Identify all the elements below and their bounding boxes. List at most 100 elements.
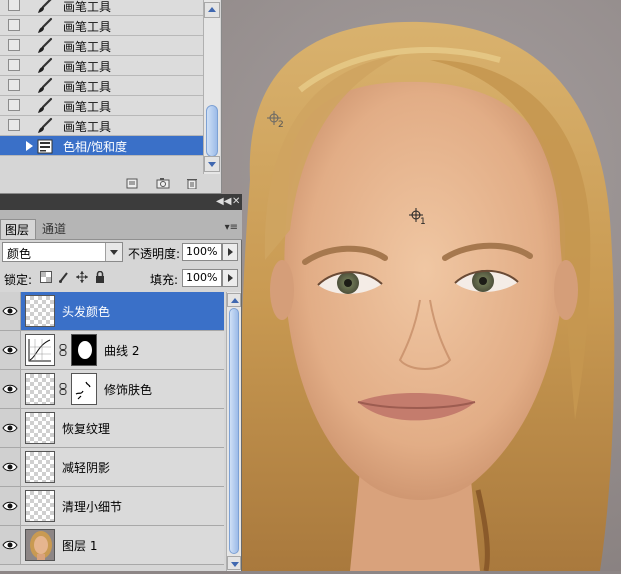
layer-name: 图层 1 xyxy=(62,539,98,553)
blend-opacity-row: 颜色 不透明度: 100% xyxy=(0,240,242,264)
history-step[interactable]: 色相/饱和度 xyxy=(0,136,203,156)
collapse-panel-icon[interactable]: ◀◀ xyxy=(216,196,231,207)
history-source-checkbox[interactable] xyxy=(8,99,20,111)
scroll-up-button[interactable] xyxy=(204,2,220,18)
lock-all-icon[interactable] xyxy=(94,270,106,283)
history-step-label: 画笔工具 xyxy=(63,0,112,14)
layer-row[interactable]: 清理小细节 xyxy=(0,487,224,526)
history-step[interactable]: 画笔工具 xyxy=(0,36,203,56)
history-source-checkbox[interactable] xyxy=(8,119,20,131)
visibility-eye-icon[interactable] xyxy=(0,526,21,564)
layer-name: 修饰肤色 xyxy=(104,383,153,397)
history-step[interactable]: 画笔工具 xyxy=(0,96,203,116)
history-step-label: 色相/饱和度 xyxy=(63,140,128,154)
layer-name: 曲线 2 xyxy=(104,344,140,358)
history-source-checkbox[interactable] xyxy=(8,139,20,151)
brush-icon xyxy=(36,17,54,35)
tab-layers[interactable]: 图层 xyxy=(0,219,36,239)
sampler-label: 1 xyxy=(420,217,426,227)
layer-thumbnail[interactable] xyxy=(25,490,55,522)
history-source-checkbox[interactable] xyxy=(8,0,20,11)
history-panel: 画笔工具 画笔工具 画笔工具 画笔工具 画笔工具 画笔工具 画笔工具 色相/饱和度 xyxy=(0,0,222,194)
lock-transparent-pixels-icon[interactable] xyxy=(40,271,52,283)
layer-row[interactable]: 头发颜色 xyxy=(0,292,224,331)
visibility-eye-icon[interactable] xyxy=(0,409,21,447)
opacity-input[interactable]: 100% xyxy=(182,243,222,261)
lock-fill-row: 锁定: 填充: 100% xyxy=(0,266,242,290)
layer-mask-thumbnail[interactable] xyxy=(71,373,97,405)
layer-row[interactable]: 曲线 2 xyxy=(0,331,224,370)
history-list: 画笔工具 画笔工具 画笔工具 画笔工具 画笔工具 画笔工具 画笔工具 色相/饱和度 xyxy=(0,0,203,174)
history-step-label: 画笔工具 xyxy=(63,60,112,74)
history-step-label: 画笔工具 xyxy=(63,40,112,54)
scroll-thumb[interactable] xyxy=(206,105,218,157)
opacity-label: 不透明度: xyxy=(128,247,181,261)
visibility-eye-icon[interactable] xyxy=(0,292,21,330)
history-source-checkbox[interactable] xyxy=(8,59,20,71)
history-step-label: 画笔工具 xyxy=(63,100,112,114)
history-scrollbar[interactable] xyxy=(203,0,220,174)
layer-thumbnail[interactable] xyxy=(25,529,55,561)
lock-position-icon[interactable] xyxy=(76,271,88,283)
layer-row[interactable]: 减轻阴影 xyxy=(0,448,224,487)
lock-image-pixels-icon[interactable] xyxy=(58,271,70,283)
layer-thumbnail[interactable] xyxy=(25,334,55,366)
scroll-up-button[interactable] xyxy=(227,293,241,307)
layer-name: 头发颜色 xyxy=(62,305,111,319)
visibility-eye-icon[interactable] xyxy=(0,487,21,525)
layer-thumbnail[interactable] xyxy=(25,412,55,444)
new-document-from-state-icon[interactable] xyxy=(126,178,138,189)
layers-scrollbar[interactable] xyxy=(226,292,241,571)
lock-label: 锁定: xyxy=(4,273,33,287)
trash-icon[interactable] xyxy=(186,178,198,190)
panel-menu-icon[interactable]: ▾≡ xyxy=(225,222,238,233)
layer-list: 头发颜色曲线 2 修饰肤色恢复纹理减轻阴影清理小细节图层 1 xyxy=(0,292,242,571)
fill-input[interactable]: 100% xyxy=(182,269,222,287)
history-source-checkbox[interactable] xyxy=(8,79,20,91)
fill-slider-button[interactable] xyxy=(222,269,238,287)
history-step[interactable]: 画笔工具 xyxy=(0,76,203,96)
opacity-slider-button[interactable] xyxy=(222,243,238,261)
brush-icon xyxy=(36,57,54,75)
layer-row[interactable]: 图层 1 xyxy=(0,526,224,565)
close-panel-icon[interactable]: ✕ xyxy=(232,196,240,207)
history-source-checkbox[interactable] xyxy=(8,19,20,31)
snapshot-camera-icon[interactable] xyxy=(156,178,170,189)
history-step[interactable]: 画笔工具 xyxy=(0,0,203,16)
visibility-eye-icon[interactable] xyxy=(0,370,21,408)
layer-thumbnail[interactable] xyxy=(25,451,55,483)
history-footer xyxy=(0,174,221,193)
adjustment-layer-icon xyxy=(36,137,54,155)
history-step[interactable]: 画笔工具 xyxy=(0,116,203,136)
color-sampler-icon[interactable]: 1 xyxy=(408,207,430,232)
layer-name: 恢复纹理 xyxy=(62,422,111,436)
tab-channels[interactable]: 通道 xyxy=(38,219,74,239)
link-chain-icon[interactable] xyxy=(59,383,67,395)
history-step-label: 画笔工具 xyxy=(63,80,112,94)
blend-mode-select[interactable]: 颜色 xyxy=(2,242,123,262)
link-chain-icon[interactable] xyxy=(59,344,67,356)
scroll-thumb[interactable] xyxy=(229,308,239,554)
visibility-eye-icon[interactable] xyxy=(0,331,21,369)
layer-row[interactable]: 修饰肤色 xyxy=(0,370,224,409)
visibility-eye-icon[interactable] xyxy=(0,448,21,486)
history-step-label: 画笔工具 xyxy=(63,20,112,34)
layer-thumbnail[interactable] xyxy=(25,373,55,405)
brush-icon xyxy=(36,97,54,115)
panel-tabs: 图层 通道 ▾≡ xyxy=(0,210,242,240)
layer-thumbnail[interactable] xyxy=(25,295,55,327)
scroll-down-button[interactable] xyxy=(227,556,241,570)
layer-name: 清理小细节 xyxy=(62,500,123,514)
history-step[interactable]: 画笔工具 xyxy=(0,56,203,76)
brush-icon xyxy=(36,77,54,95)
color-sampler-icon[interactable]: 2 xyxy=(266,110,288,135)
blend-mode-value: 颜色 xyxy=(7,247,32,261)
scroll-down-button[interactable] xyxy=(204,156,220,172)
layer-row[interactable]: 恢复纹理 xyxy=(0,409,224,448)
history-source-checkbox[interactable] xyxy=(8,39,20,51)
layers-panel: 图层 通道 ▾≡ 颜色 不透明度: 100% 锁定: 填充: 100% 头发颜色… xyxy=(0,210,242,571)
fill-label: 填充: xyxy=(150,273,179,287)
history-step[interactable]: 画笔工具 xyxy=(0,16,203,36)
layer-mask-thumbnail[interactable] xyxy=(71,334,97,366)
layer-name: 减轻阴影 xyxy=(62,461,111,475)
